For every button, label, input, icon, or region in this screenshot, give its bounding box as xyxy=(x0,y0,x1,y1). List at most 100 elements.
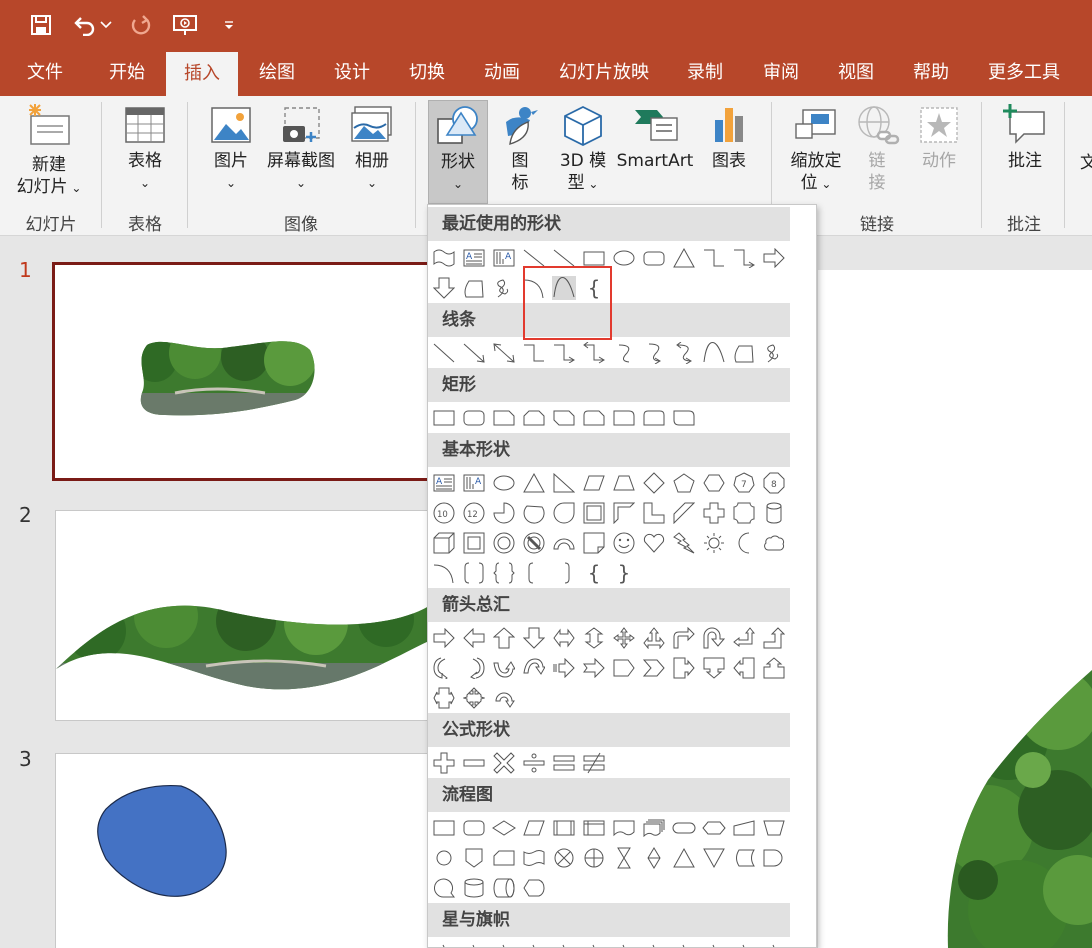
rect-basic[interactable] xyxy=(432,406,456,430)
arrow-up[interactable] xyxy=(492,626,516,650)
tab-more-tools[interactable]: 更多工具 xyxy=(978,50,1070,96)
line-elbow[interactable] xyxy=(522,341,546,365)
tab-review[interactable]: 审阅 xyxy=(750,50,812,96)
flow-terminator[interactable] xyxy=(672,816,696,840)
basic-l-shape[interactable] xyxy=(642,501,666,525)
undo-dropdown-icon[interactable] xyxy=(96,10,116,40)
save-icon[interactable] xyxy=(26,10,56,40)
tab-design[interactable]: 设计 xyxy=(321,50,383,96)
arrow-curved-left[interactable] xyxy=(462,656,486,680)
flow-manual-input[interactable] xyxy=(732,816,756,840)
arrow-left-up[interactable] xyxy=(732,626,756,650)
rect-round-same[interactable] xyxy=(642,406,666,430)
basic-parallelogram[interactable] xyxy=(582,471,606,495)
flow-multidocument[interactable] xyxy=(642,816,666,840)
basic-right-bracket[interactable] xyxy=(552,561,576,585)
flow-card[interactable] xyxy=(492,846,516,870)
tab-view[interactable]: 视图 xyxy=(825,50,887,96)
flow-summing-junction[interactable] xyxy=(552,846,576,870)
basic-frame[interactable] xyxy=(582,501,606,525)
link-button[interactable]: 链 接 xyxy=(850,104,904,194)
flow-document[interactable] xyxy=(612,816,636,840)
basic-left-bracket[interactable] xyxy=(522,561,546,585)
basic-dodecagon[interactable]: 12 xyxy=(462,501,486,525)
shape-vertical-textbox[interactable]: A xyxy=(492,246,516,270)
table-button[interactable]: 表格 ⌄ xyxy=(112,104,178,194)
present-from-start-icon[interactable] xyxy=(170,10,200,40)
line-curved[interactable] xyxy=(612,341,636,365)
arrow-left-right-up[interactable] xyxy=(642,626,666,650)
line-double-arrow[interactable] xyxy=(492,341,516,365)
tab-transitions[interactable]: 切换 xyxy=(396,50,458,96)
screenshot-button[interactable]: 屏幕截图 ⌄ xyxy=(262,104,340,194)
basic-plaque[interactable] xyxy=(732,501,756,525)
basic-left-brace[interactable]: { xyxy=(582,561,606,585)
basic-pie[interactable] xyxy=(492,501,516,525)
tab-slideshow[interactable]: 幻灯片放映 xyxy=(548,50,660,96)
basic-can[interactable] xyxy=(762,501,786,525)
basic-chord[interactable] xyxy=(522,501,546,525)
tab-home[interactable]: 开始 xyxy=(96,50,158,96)
equation-equal[interactable] xyxy=(552,751,576,775)
rect-snip-single[interactable] xyxy=(492,406,516,430)
slide-thumbnail-3[interactable] xyxy=(55,753,430,948)
line-scribble[interactable] xyxy=(762,341,786,365)
shape-triangle[interactable] xyxy=(672,246,696,270)
tab-record[interactable]: 录制 xyxy=(674,50,736,96)
flow-direct-access[interactable] xyxy=(492,876,516,900)
line-elbow-arrow[interactable] xyxy=(552,341,576,365)
basic-oval[interactable] xyxy=(492,471,516,495)
shape-wave[interactable] xyxy=(432,246,456,270)
arrow-quad[interactable] xyxy=(612,626,636,650)
flow-merge[interactable] xyxy=(702,846,726,870)
arrow-right[interactable] xyxy=(432,626,456,650)
flow-internal-storage[interactable] xyxy=(582,816,606,840)
rect-round-single[interactable] xyxy=(612,406,636,430)
customize-qat-icon[interactable] xyxy=(216,10,242,40)
chart-button[interactable]: 图表 xyxy=(700,104,758,172)
flow-or[interactable] xyxy=(582,846,606,870)
shapes-button[interactable]: 形状 ⌄ xyxy=(428,100,488,204)
arrow-up-down[interactable] xyxy=(582,626,606,650)
comment-button[interactable]: 批注 xyxy=(994,104,1056,172)
text-button-partial[interactable]: 文 xyxy=(1080,152,1092,174)
arrow-callout-down[interactable] xyxy=(702,656,726,680)
arrow-notched-right[interactable] xyxy=(582,656,606,680)
flow-offpage-connector[interactable] xyxy=(462,846,486,870)
arrow-curved-down[interactable] xyxy=(522,656,546,680)
basic-heptagon[interactable]: 7 xyxy=(732,471,756,495)
flow-sort[interactable] xyxy=(642,846,666,870)
arrow-curved-right[interactable] xyxy=(432,656,456,680)
basic-decagon[interactable]: 10 xyxy=(432,501,456,525)
shape-down-arrow[interactable] xyxy=(432,276,456,300)
flow-manual-operation[interactable] xyxy=(762,816,786,840)
equation-not-equal[interactable] xyxy=(582,751,606,775)
arrow-left[interactable] xyxy=(462,626,486,650)
basic-bevel[interactable] xyxy=(462,531,486,555)
slide-thumbnail-2[interactable] xyxy=(55,510,430,721)
basic-diamond[interactable] xyxy=(642,471,666,495)
basic-right-brace[interactable]: } xyxy=(612,561,636,585)
tab-file[interactable]: 文件 xyxy=(14,50,76,96)
line-curved-arrow[interactable] xyxy=(642,341,666,365)
rect-snip-diagonal[interactable] xyxy=(552,406,576,430)
line-curved-double-arrow[interactable] xyxy=(672,341,696,365)
arrow-bent-up[interactable] xyxy=(762,626,786,650)
arrow-callout-up[interactable] xyxy=(762,656,786,680)
line-curve[interactable] xyxy=(702,341,726,365)
basic-donut[interactable] xyxy=(492,531,516,555)
flow-data[interactable] xyxy=(522,816,546,840)
basic-textbox[interactable]: A xyxy=(432,471,456,495)
rect-rounded[interactable] xyxy=(462,406,486,430)
flow-decision[interactable] xyxy=(492,816,516,840)
shape-right-arrow[interactable] xyxy=(762,246,786,270)
basic-double-brace[interactable] xyxy=(492,561,516,585)
3d-models-button[interactable]: 3D 模 型 ⌄ xyxy=(550,104,616,195)
arrow-down[interactable] xyxy=(522,626,546,650)
basic-trapezoid[interactable] xyxy=(612,471,636,495)
equation-plus[interactable] xyxy=(432,751,456,775)
basic-half-frame[interactable] xyxy=(612,501,636,525)
shape-freeform[interactable] xyxy=(462,276,486,300)
equation-multiply[interactable] xyxy=(492,751,516,775)
shape-elbow-connector[interactable] xyxy=(702,246,726,270)
